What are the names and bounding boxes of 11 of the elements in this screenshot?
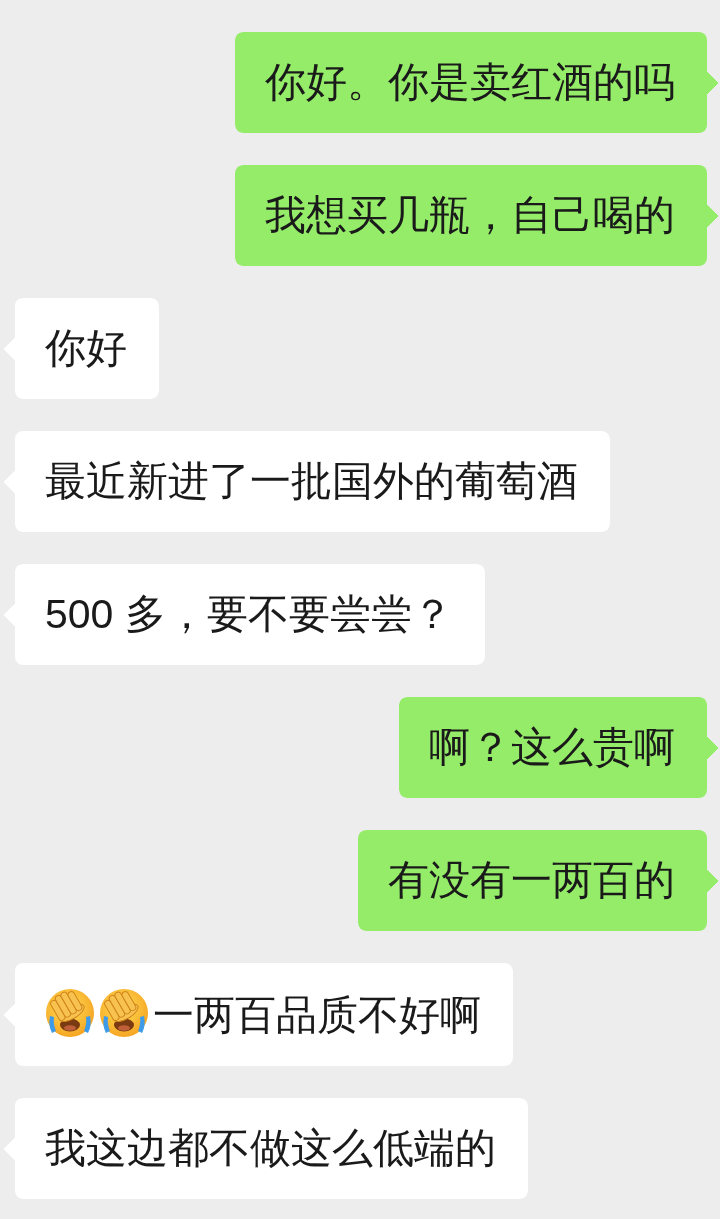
facepalm-emoji-icon — [45, 988, 95, 1038]
message-text: 啊？这么贵啊 — [429, 724, 675, 770]
message-text: 一两百品质不好啊 — [153, 992, 481, 1038]
facepalm-emoji-icon — [99, 988, 149, 1038]
message-text: 最近新进了一批国外的葡萄酒 — [45, 458, 578, 504]
message-text: 你好 — [45, 325, 127, 371]
message-text: 你好。你是卖红酒的吗 — [265, 59, 675, 105]
message-text: 我这边都不做这么低端的 — [45, 1125, 496, 1171]
message-text: 500 多，要不要尝尝？ — [45, 591, 453, 637]
message-text: 有没有一两百的 — [388, 857, 675, 903]
message-text: 我想买几瓶，自己喝的 — [265, 192, 675, 238]
